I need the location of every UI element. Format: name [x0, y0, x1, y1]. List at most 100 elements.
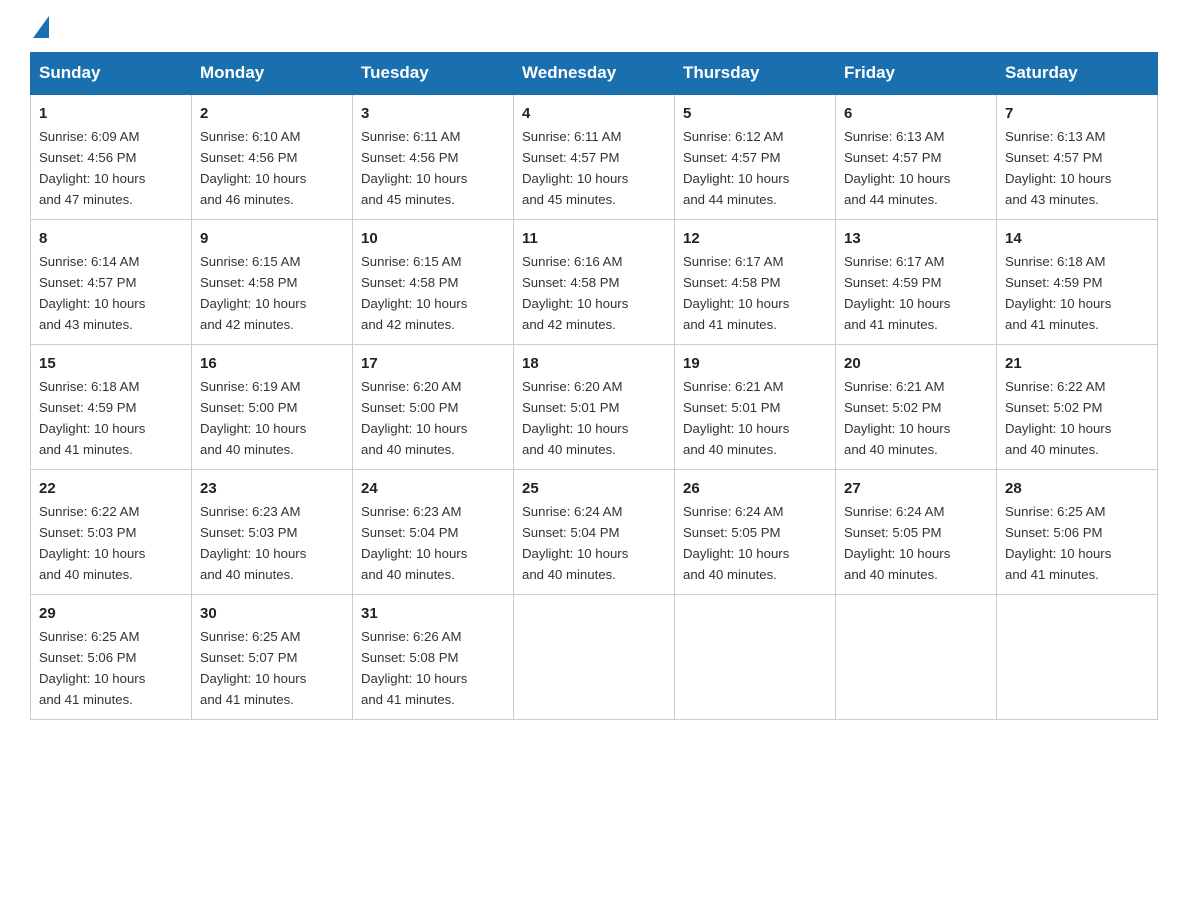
- calendar-cell: 28 Sunrise: 6:25 AMSunset: 5:06 PMDayligh…: [997, 469, 1158, 594]
- weekday-header-sunday: Sunday: [31, 53, 192, 95]
- page-header: [30, 20, 1158, 34]
- day-info: Sunrise: 6:18 AMSunset: 4:59 PMDaylight:…: [39, 379, 145, 457]
- day-number: 24: [361, 477, 505, 500]
- calendar-cell: 4Sunrise: 6:11 AMSunset: 4:57 PMDaylight…: [514, 94, 675, 219]
- day-info: Sunrise: 6:25 AMSunset: 5:06 PMDaylight:…: [1005, 504, 1111, 582]
- calendar-week-row: 22 Sunrise: 6:22 AMSunset: 5:03 PMDayligh…: [31, 469, 1158, 594]
- calendar-cell: 15 Sunrise: 6:18 AMSunset: 4:59 PMDayligh…: [31, 344, 192, 469]
- calendar-cell: 30 Sunrise: 6:25 AMSunset: 5:07 PMDayligh…: [192, 594, 353, 719]
- calendar-cell: 14Sunrise: 6:18 AMSunset: 4:59 PMDayligh…: [997, 219, 1158, 344]
- day-number: 26: [683, 477, 827, 500]
- day-info: Sunrise: 6:23 AMSunset: 5:03 PMDaylight:…: [200, 504, 306, 582]
- day-info: Sunrise: 6:25 AMSunset: 5:07 PMDaylight:…: [200, 629, 306, 707]
- weekday-header-friday: Friday: [836, 53, 997, 95]
- day-number: 4: [522, 102, 666, 125]
- day-info: Sunrise: 6:20 AMSunset: 5:00 PMDaylight:…: [361, 379, 467, 457]
- weekday-header-wednesday: Wednesday: [514, 53, 675, 95]
- day-info: Sunrise: 6:20 AMSunset: 5:01 PMDaylight:…: [522, 379, 628, 457]
- calendar-cell: [514, 594, 675, 719]
- day-info: Sunrise: 6:25 AMSunset: 5:06 PMDaylight:…: [39, 629, 145, 707]
- weekday-header-monday: Monday: [192, 53, 353, 95]
- weekday-header-saturday: Saturday: [997, 53, 1158, 95]
- weekday-header-tuesday: Tuesday: [353, 53, 514, 95]
- weekday-header-row: SundayMondayTuesdayWednesdayThursdayFrid…: [31, 53, 1158, 95]
- day-number: 18: [522, 352, 666, 375]
- day-number: 3: [361, 102, 505, 125]
- calendar-cell: 2Sunrise: 6:10 AMSunset: 4:56 PMDaylight…: [192, 94, 353, 219]
- day-number: 29: [39, 602, 183, 625]
- calendar-cell: 21Sunrise: 6:22 AMSunset: 5:02 PMDayligh…: [997, 344, 1158, 469]
- day-number: 9: [200, 227, 344, 250]
- day-number: 11: [522, 227, 666, 250]
- calendar-cell: 25 Sunrise: 6:24 AMSunset: 5:04 PMDayligh…: [514, 469, 675, 594]
- calendar-cell: [997, 594, 1158, 719]
- calendar-cell: 20 Sunrise: 6:21 AMSunset: 5:02 PMDayligh…: [836, 344, 997, 469]
- calendar-cell: 3 Sunrise: 6:11 AMSunset: 4:56 PMDaylight…: [353, 94, 514, 219]
- day-number: 17: [361, 352, 505, 375]
- day-number: 30: [200, 602, 344, 625]
- calendar-cell: 9 Sunrise: 6:15 AMSunset: 4:58 PMDaylight…: [192, 219, 353, 344]
- weekday-header-thursday: Thursday: [675, 53, 836, 95]
- day-info: Sunrise: 6:13 AMSunset: 4:57 PMDaylight:…: [1005, 129, 1111, 207]
- day-number: 15: [39, 352, 183, 375]
- day-info: Sunrise: 6:15 AMSunset: 4:58 PMDaylight:…: [200, 254, 306, 332]
- day-info: Sunrise: 6:18 AMSunset: 4:59 PMDaylight:…: [1005, 254, 1111, 332]
- day-number: 13: [844, 227, 988, 250]
- calendar-cell: 10Sunrise: 6:15 AMSunset: 4:58 PMDayligh…: [353, 219, 514, 344]
- day-number: 22: [39, 477, 183, 500]
- calendar-cell: 12 Sunrise: 6:17 AMSunset: 4:58 PMDayligh…: [675, 219, 836, 344]
- calendar-table: SundayMondayTuesdayWednesdayThursdayFrid…: [30, 52, 1158, 720]
- day-info: Sunrise: 6:22 AMSunset: 5:03 PMDaylight:…: [39, 504, 145, 582]
- day-info: Sunrise: 6:19 AMSunset: 5:00 PMDaylight:…: [200, 379, 306, 457]
- day-number: 6: [844, 102, 988, 125]
- calendar-cell: 16Sunrise: 6:19 AMSunset: 5:00 PMDayligh…: [192, 344, 353, 469]
- calendar-week-row: 15 Sunrise: 6:18 AMSunset: 4:59 PMDayligh…: [31, 344, 1158, 469]
- day-number: 8: [39, 227, 183, 250]
- calendar-cell: 26 Sunrise: 6:24 AMSunset: 5:05 PMDayligh…: [675, 469, 836, 594]
- day-number: 20: [844, 352, 988, 375]
- day-info: Sunrise: 6:09 AMSunset: 4:56 PMDaylight:…: [39, 129, 145, 207]
- day-number: 21: [1005, 352, 1149, 375]
- day-info: Sunrise: 6:24 AMSunset: 5:05 PMDaylight:…: [844, 504, 950, 582]
- day-number: 10: [361, 227, 505, 250]
- calendar-cell: 24 Sunrise: 6:23 AMSunset: 5:04 PMDayligh…: [353, 469, 514, 594]
- day-number: 19: [683, 352, 827, 375]
- day-info: Sunrise: 6:17 AMSunset: 4:59 PMDaylight:…: [844, 254, 950, 332]
- day-number: 31: [361, 602, 505, 625]
- day-info: Sunrise: 6:11 AMSunset: 4:56 PMDaylight:…: [361, 129, 467, 207]
- calendar-cell: 13 Sunrise: 6:17 AMSunset: 4:59 PMDayligh…: [836, 219, 997, 344]
- calendar-cell: 17 Sunrise: 6:20 AMSunset: 5:00 PMDayligh…: [353, 344, 514, 469]
- calendar-cell: 6 Sunrise: 6:13 AMSunset: 4:57 PMDaylight…: [836, 94, 997, 219]
- day-info: Sunrise: 6:21 AMSunset: 5:02 PMDaylight:…: [844, 379, 950, 457]
- day-number: 5: [683, 102, 827, 125]
- calendar-cell: 7 Sunrise: 6:13 AMSunset: 4:57 PMDaylight…: [997, 94, 1158, 219]
- day-info: Sunrise: 6:16 AMSunset: 4:58 PMDaylight:…: [522, 254, 628, 332]
- calendar-cell: [836, 594, 997, 719]
- calendar-cell: 1 Sunrise: 6:09 AMSunset: 4:56 PMDaylight…: [31, 94, 192, 219]
- day-number: 25: [522, 477, 666, 500]
- calendar-cell: 8Sunrise: 6:14 AMSunset: 4:57 PMDaylight…: [31, 219, 192, 344]
- day-info: Sunrise: 6:17 AMSunset: 4:58 PMDaylight:…: [683, 254, 789, 332]
- day-number: 1: [39, 102, 183, 125]
- day-info: Sunrise: 6:23 AMSunset: 5:04 PMDaylight:…: [361, 504, 467, 582]
- calendar-cell: 19 Sunrise: 6:21 AMSunset: 5:01 PMDayligh…: [675, 344, 836, 469]
- day-info: Sunrise: 6:24 AMSunset: 5:04 PMDaylight:…: [522, 504, 628, 582]
- calendar-cell: 18 Sunrise: 6:20 AMSunset: 5:01 PMDayligh…: [514, 344, 675, 469]
- calendar-week-row: 29 Sunrise: 6:25 AMSunset: 5:06 PMDayligh…: [31, 594, 1158, 719]
- calendar-cell: 23Sunrise: 6:23 AMSunset: 5:03 PMDayligh…: [192, 469, 353, 594]
- logo-triangle-icon: [33, 16, 49, 38]
- day-info: Sunrise: 6:21 AMSunset: 5:01 PMDaylight:…: [683, 379, 789, 457]
- calendar-cell: 5Sunrise: 6:12 AMSunset: 4:57 PMDaylight…: [675, 94, 836, 219]
- calendar-week-row: 8Sunrise: 6:14 AMSunset: 4:57 PMDaylight…: [31, 219, 1158, 344]
- calendar-week-row: 1 Sunrise: 6:09 AMSunset: 4:56 PMDaylight…: [31, 94, 1158, 219]
- day-info: Sunrise: 6:24 AMSunset: 5:05 PMDaylight:…: [683, 504, 789, 582]
- day-number: 12: [683, 227, 827, 250]
- day-info: Sunrise: 6:10 AMSunset: 4:56 PMDaylight:…: [200, 129, 306, 207]
- day-number: 28: [1005, 477, 1149, 500]
- day-number: 7: [1005, 102, 1149, 125]
- calendar-cell: [675, 594, 836, 719]
- calendar-cell: 29 Sunrise: 6:25 AMSunset: 5:06 PMDayligh…: [31, 594, 192, 719]
- day-info: Sunrise: 6:13 AMSunset: 4:57 PMDaylight:…: [844, 129, 950, 207]
- day-number: 27: [844, 477, 988, 500]
- calendar-cell: 22 Sunrise: 6:22 AMSunset: 5:03 PMDayligh…: [31, 469, 192, 594]
